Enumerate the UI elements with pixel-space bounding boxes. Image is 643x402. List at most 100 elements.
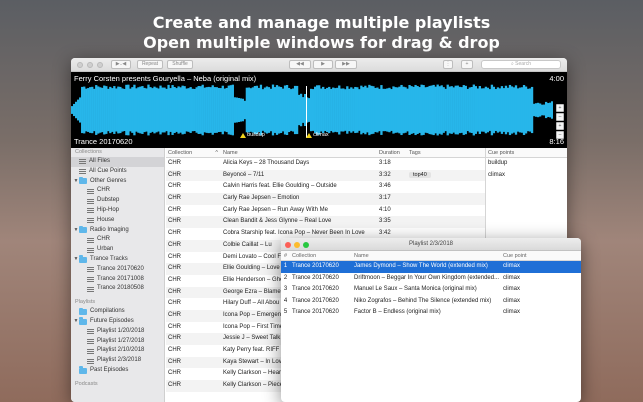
sidebar-item[interactable]: Trance 20171008 <box>71 275 164 285</box>
waveform-bar <box>396 87 399 133</box>
zoom-in-button[interactable]: + <box>556 104 564 112</box>
table-row[interactable]: CHR Carly Rae Jepsen – Run Away With Me 4:… <box>166 205 485 217</box>
sidebar-item[interactable]: Trance 20170620 <box>71 265 164 275</box>
minimize-window-button[interactable] <box>87 62 93 68</box>
waveform-bar <box>442 87 445 133</box>
sidebar-item[interactable]: Hip-Hop <box>71 206 164 216</box>
waveform-bar <box>241 98 245 122</box>
cell-duration: 3:18 <box>379 160 391 166</box>
waveform-bar <box>524 86 528 134</box>
waveform-bar <box>107 88 110 132</box>
sidebar-item[interactable]: All Files <box>71 157 164 167</box>
waveform-bar <box>231 84 234 136</box>
sidebar-item[interactable]: CHR <box>71 235 164 245</box>
add-button[interactable]: + <box>461 60 473 69</box>
waveform-bar <box>386 88 389 132</box>
table-row[interactable]: CHR Clean Bandit & Jess Glynne – Real Lov… <box>166 216 485 229</box>
cue-marker[interactable]: climax <box>306 132 329 138</box>
close-window-button[interactable] <box>285 241 291 248</box>
sidebar-item[interactable]: ▼ Other Genres <box>71 176 164 187</box>
zoom-controls: + – + – <box>556 104 564 139</box>
playlist-row[interactable]: 4 Trance 20170620 Niko Zografos – Behind T… <box>281 296 581 308</box>
zoom-in-vertical-button[interactable]: + <box>556 122 564 130</box>
waveform-bar <box>352 88 355 132</box>
column-header-collection[interactable]: Collection ^ <box>166 148 221 157</box>
waveform-bar <box>436 84 439 136</box>
table-row[interactable]: CHR Beyoncé – 7/11 3:32 top40 <box>166 169 485 182</box>
waveform-bar <box>139 86 142 134</box>
column-header-name[interactable]: Name <box>352 251 501 260</box>
sidebar-item[interactable]: Past Episodes <box>71 366 164 376</box>
column-header-collection[interactable]: Collection <box>290 251 352 260</box>
play-button[interactable]: ▶ <box>313 60 333 69</box>
sidebar-item[interactable]: All Cue Points <box>71 167 164 177</box>
zoom-window-button[interactable] <box>97 62 103 68</box>
playlist-row[interactable]: 3 Trance 20170620 Manuel Le Saux – Santa M… <box>281 284 581 296</box>
sidebar-item[interactable]: Compilations <box>71 307 164 317</box>
playlist-window-titlebar[interactable]: Playlist 2/3/2018 <box>281 238 581 251</box>
waveform-bar <box>342 88 345 132</box>
waveform-bar <box>133 84 136 136</box>
cue-points-header[interactable]: Cue points <box>486 148 567 158</box>
sidebar-item[interactable]: ▼ Radio Imaging <box>71 225 164 236</box>
sidebar-item[interactable]: Playlist 1/20/2018 <box>71 327 164 337</box>
column-header-cue-point[interactable]: Cue point <box>501 251 581 260</box>
sidebar-item-label: Playlist 2/10/2018 <box>97 347 145 354</box>
cell-collection: Trance 20170620 <box>292 263 339 269</box>
shuffle-button[interactable]: Shuffle <box>167 60 193 69</box>
minimize-window-button[interactable] <box>294 241 300 248</box>
zoom-out-button[interactable]: – <box>556 113 564 121</box>
cue-point-row[interactable]: buildup <box>486 158 567 170</box>
table-row[interactable]: CHR Calvin Harris feat. Ellie Goulding – … <box>166 181 485 193</box>
close-window-button[interactable] <box>77 62 83 68</box>
sidebar-item[interactable]: Playlist 2/3/2018 <box>71 356 164 366</box>
previous-track-button[interactable]: ◀◀ <box>289 60 311 69</box>
waveform-bar <box>207 86 210 134</box>
sidebar-item[interactable]: Trance 20180508 <box>71 284 164 294</box>
sidebar-item[interactable]: ▼ Future Episodes <box>71 317 164 327</box>
sidebar-item[interactable]: Dubstep <box>71 196 164 206</box>
waveform-bar <box>544 101 548 119</box>
sidebar-item-label: Other Genres <box>90 177 127 184</box>
cell-duration: 3:32 <box>379 171 391 178</box>
waveform-bar <box>508 84 512 136</box>
waveform-display[interactable]: Ferry Corsten presents Gouryella – Neba … <box>71 72 567 148</box>
sidebar-item[interactable]: CHR <box>71 186 164 196</box>
sidebar-item[interactable]: Urban <box>71 245 164 255</box>
cue-marker-icon <box>306 132 313 138</box>
column-header-tags[interactable]: Tags <box>407 148 485 157</box>
waveform-bar <box>91 86 94 134</box>
waveform-bar <box>201 84 204 136</box>
table-row[interactable]: CHR Carly Rae Jepsen – Emotion 3:17 <box>166 193 485 205</box>
column-header-name[interactable]: Name <box>221 148 377 157</box>
waveform-bar <box>209 87 212 133</box>
sidebar-item[interactable]: Playlist 2/10/2018 <box>71 346 164 356</box>
waveform-bar <box>187 88 190 132</box>
search-input[interactable]: ⌕ Search <box>481 60 561 69</box>
tag-badge[interactable]: top40 <box>409 171 431 178</box>
cell-number: 5 <box>283 309 288 315</box>
cue-marker[interactable]: buildup <box>240 132 265 138</box>
zoom-window-button[interactable] <box>303 241 309 248</box>
playhead[interactable] <box>305 86 307 138</box>
cue-point-row[interactable]: climax <box>486 170 567 182</box>
playlist-row[interactable]: 1 Trance 20170620 James Dymond – Show The … <box>281 261 581 273</box>
playlist-row[interactable]: 2 Trance 20170620 Driftmoon – Beggar In Yo… <box>281 273 581 285</box>
column-header-duration[interactable]: Duration <box>377 148 407 157</box>
column-header-number[interactable]: # <box>281 251 290 260</box>
waveform[interactable] <box>71 84 553 136</box>
playlist-row[interactable]: 5 Trance 20170620 Factor B – Endless (orig… <box>281 307 581 319</box>
list-icon <box>87 198 94 204</box>
table-row[interactable]: CHR Alicia Keys – 28 Thousand Days 3:18 <box>166 158 485 170</box>
next-track-button[interactable]: ▶▶ <box>335 60 357 69</box>
waveform-bar <box>291 88 295 132</box>
sidebar-item[interactable]: House <box>71 216 164 226</box>
playback-mode-button[interactable]: ▶..◀ <box>111 60 131 69</box>
cell-name: Factor B – Endless (original mix) <box>354 309 441 315</box>
repeat-button[interactable]: Repeat <box>137 60 163 69</box>
more-menu-button[interactable]: ⋮ <box>443 60 453 69</box>
cell-name: Alicia Keys – 28 Thousand Days <box>223 160 310 166</box>
sidebar-item[interactable]: Playlist 1/27/2018 <box>71 337 164 347</box>
waveform-bar <box>356 87 359 133</box>
sidebar-item[interactable]: ▼ Trance Tracks <box>71 255 164 265</box>
